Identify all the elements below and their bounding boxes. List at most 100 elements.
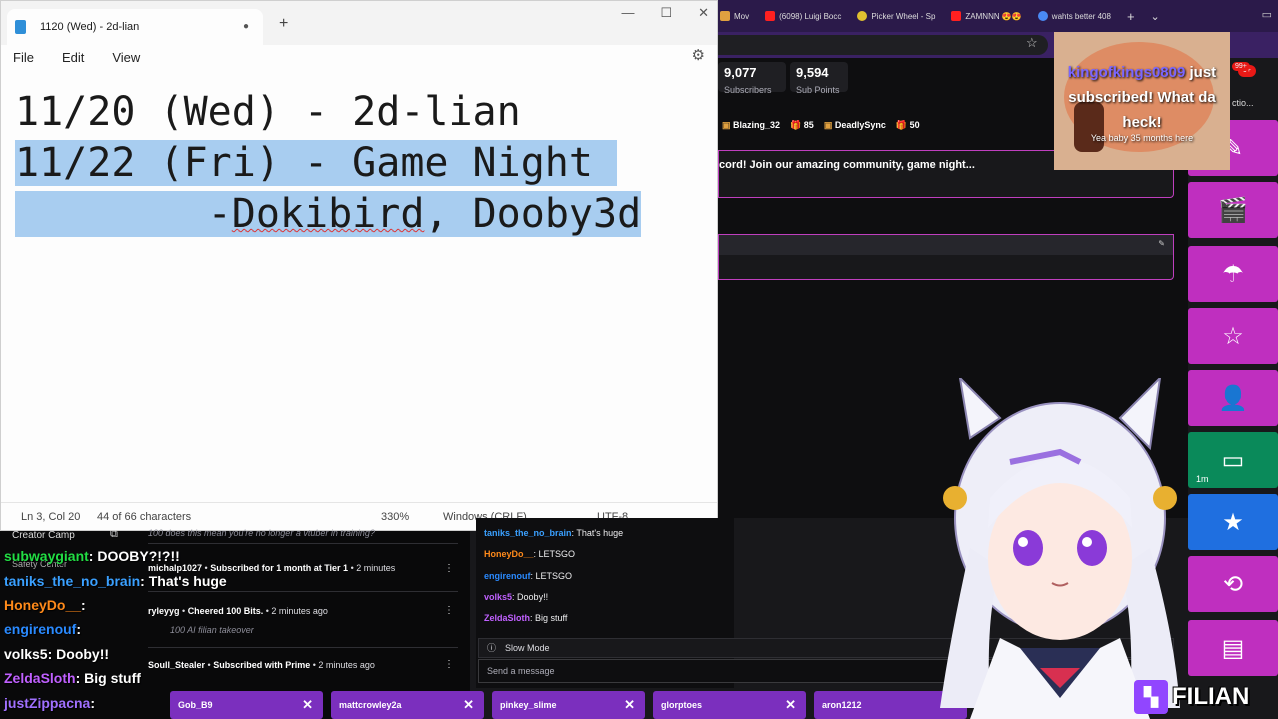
close-icon[interactable]: ✕: [302, 691, 313, 719]
chat-line: HoneyDo__:: [4, 597, 86, 613]
star-filled-icon: ★: [1222, 508, 1244, 536]
badge-icon: ▣: [823, 120, 833, 130]
gift-icon: 🎁: [790, 120, 802, 130]
browser-tab[interactable]: (6098) Luigi Bocc: [757, 0, 849, 32]
text-line: -Dokibird, Dooby3d: [15, 189, 717, 240]
close-icon[interactable]: ✕: [785, 691, 796, 719]
minimize-button[interactable]: —: [621, 5, 634, 21]
activity-item: ryleyyg • Cheered 100 Bits. • 2 minutes …: [148, 606, 328, 616]
youtube-icon: [951, 11, 962, 21]
user-tab[interactable]: Gob_B9 ✕: [170, 691, 323, 719]
close-button[interactable]: ✕: [698, 5, 709, 21]
action-button[interactable]: 👤: [1188, 370, 1278, 426]
user-tab[interactable]: pinkey_slime ✕: [492, 691, 645, 719]
menu-view[interactable]: View: [112, 50, 140, 65]
brand-text: FILIAN: [1172, 683, 1250, 710]
chat-message: taniks_the_no_brain: That's huge: [484, 528, 624, 538]
document-tab[interactable]: 1120 (Wed) - 2d-lian ●: [7, 9, 263, 45]
new-tab-button[interactable]: +: [279, 15, 288, 33]
notepad-icon: [15, 20, 26, 34]
bookmark-star-icon[interactable]: ☆: [1026, 35, 1038, 51]
creator-camp-link[interactable]: Creator Camp: [12, 530, 75, 541]
more-options-icon[interactable]: ⋮: [444, 563, 454, 574]
quick-actions: ✎ 🎬 ☂ ☆ 👤 ▭ 1m ★ ⟲ ▤: [1188, 120, 1278, 680]
browser-tab[interactable]: Picker Wheel - Sp: [849, 0, 943, 32]
layout-icon: ▤: [1221, 634, 1245, 662]
divider: [148, 647, 458, 648]
action-button[interactable]: ▤: [1188, 620, 1278, 676]
unsaved-dot-icon[interactable]: ●: [243, 21, 249, 32]
action-button[interactable]: ☆: [1188, 308, 1278, 364]
divider: [148, 543, 458, 544]
zoom-level[interactable]: 330%: [381, 511, 409, 523]
subscribers-stat: 9,077 Subscribers: [718, 62, 786, 95]
stream-info-panel[interactable]: ✎: [718, 234, 1174, 280]
vtuber-avatar: [940, 378, 1180, 719]
new-tab-button[interactable]: +: [1119, 0, 1143, 32]
add-user-icon: 👤: [1218, 384, 1248, 412]
edit-icon[interactable]: ✎: [1158, 239, 1165, 248]
action-button[interactable]: ⟲: [1188, 556, 1278, 612]
subscribers-value: 9,077: [724, 65, 757, 80]
activity-item: michalp1027 • Subscribed for 1 month at …: [148, 563, 396, 573]
menu-bar: File Edit View: [1, 45, 717, 69]
action-button[interactable]: 🎬: [1188, 182, 1278, 238]
badge-icon: ▣: [722, 120, 731, 130]
close-icon[interactable]: ✕: [463, 691, 474, 719]
leader-entry[interactable]: ▣ DeadlySync: [824, 120, 886, 131]
wheel-icon: [857, 11, 868, 21]
close-icon[interactable]: ✕: [624, 691, 635, 719]
activity-item: 100 does this mean you're no longer a vt…: [148, 528, 375, 538]
gift-icon: 🎁: [895, 120, 908, 130]
browser-tab[interactable]: Mov: [712, 0, 757, 32]
menu-file[interactable]: File: [13, 50, 34, 65]
more-options-icon[interactable]: ⋮: [444, 659, 454, 670]
leader-entry[interactable]: ▣ Blazing_32: [722, 120, 780, 131]
google-icon: [1037, 11, 1048, 21]
browser-window-controls: ▭: [1262, 8, 1272, 21]
settings-gear-icon[interactable]: ⚙: [692, 46, 705, 64]
actions-label: ctio...: [1232, 98, 1254, 108]
more-options-icon[interactable]: ⋮: [444, 605, 454, 616]
menu-edit[interactable]: Edit: [62, 50, 84, 65]
address-bar[interactable]: [718, 35, 1048, 55]
chat-line: volks5: Dooby!!: [4, 646, 110, 662]
restore-button[interactable]: ▭: [1262, 8, 1272, 21]
action-button[interactable]: ▭ 1m: [1188, 432, 1278, 488]
browser-tab-strip: Mov (6098) Luigi Bocc Picker Wheel - Sp …: [712, 0, 1278, 32]
ad-icon: ▭: [1221, 446, 1245, 474]
chat-message: HoneyDo__: LETSGO: [484, 549, 576, 559]
umbrella-icon: ☂: [1222, 260, 1244, 288]
external-link-icon[interactable]: ⧉: [110, 528, 118, 541]
chat-line: engirenouf:: [4, 621, 82, 637]
tab-title: 1120 (Wed) - 2d-lian: [40, 21, 140, 33]
divider: [148, 591, 458, 592]
selected-text: 11/22 (Fri) - Game Night: [15, 140, 593, 186]
subpoints-value: 9,594: [796, 65, 829, 80]
chat-message: ZeldaSloth: Big stuff: [484, 613, 568, 623]
subscribers-label: Subscribers: [724, 85, 772, 95]
alert-message: kingofkings0809 just subscribed! What da…: [1054, 60, 1230, 135]
action-button[interactable]: ★: [1188, 494, 1278, 550]
action-button[interactable]: ☂: [1188, 246, 1278, 302]
chat-line: taniks_the_no_brain: That's huge: [4, 573, 227, 589]
maximize-button[interactable]: ☐: [660, 5, 672, 21]
chat-message: volks5: Dooby!!: [484, 592, 549, 602]
text-editor[interactable]: 11/20 (Wed) - 2d-lian 11/22 (Fri) - Game…: [1, 81, 717, 501]
window-controls: — ☐ ✕: [621, 5, 709, 21]
activity-item: Soull_Stealer • Subscribed with Prime • …: [148, 660, 375, 670]
cursor-position: Ln 3, Col 20: [21, 510, 81, 523]
tab-list-dropdown[interactable]: ⌄: [1143, 0, 1168, 32]
selected-text: -Dokibird, Dooby3d: [15, 191, 642, 237]
screen: Mov (6098) Luigi Bocc Picker Wheel - Sp …: [0, 0, 1278, 719]
header-badges: 99+: [1232, 62, 1274, 71]
notepad-window: 1120 (Wed) - 2d-lian ● + — ☐ ✕ File Edit…: [0, 0, 718, 531]
user-tab[interactable]: mattcrowley2a ✕: [331, 691, 484, 719]
misspelled-word[interactable]: Dokibird: [232, 191, 425, 237]
browser-tab[interactable]: wahts better 408: [1030, 0, 1119, 32]
browser-tab[interactable]: ZAMNNN 😍😍: [943, 0, 1029, 32]
panel-header: ✎: [719, 235, 1173, 255]
alert-username: kingofkings0809: [1067, 64, 1186, 81]
stream-chat: taniks_the_no_brain: That's huge HoneyDo…: [476, 518, 1174, 688]
user-tab[interactable]: glorptoes ✕: [653, 691, 806, 719]
